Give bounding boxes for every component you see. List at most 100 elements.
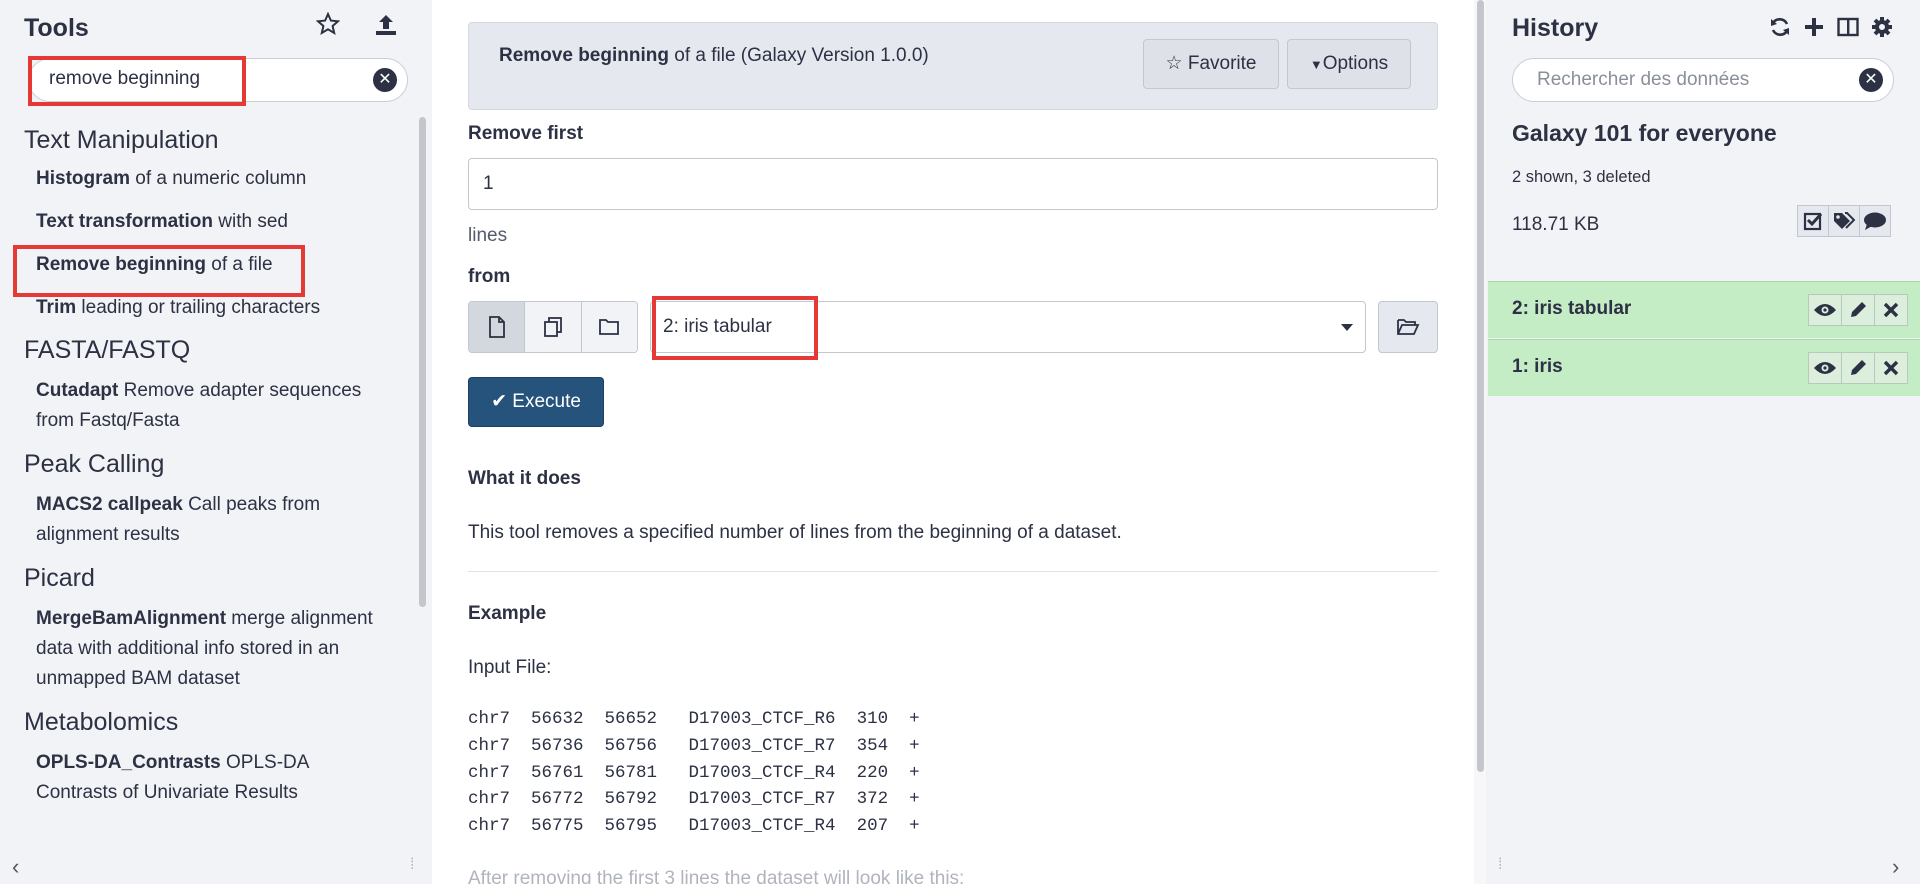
section-metabolomics[interactable]: Metabolomics xyxy=(0,702,415,742)
tool-form-title: Remove beginning of a file (Galaxy Versi… xyxy=(499,45,929,67)
history-size: 118.71 KB xyxy=(1512,214,1600,235)
dataset-buttons xyxy=(1808,294,1908,326)
tool-list: Text Manipulation Histogram of a numeric… xyxy=(0,120,415,808)
right-resize-grip-icon[interactable]: ⁞ xyxy=(1498,856,1502,874)
folder-open-icon xyxy=(1397,319,1420,335)
dataset-title[interactable]: 1: iris xyxy=(1512,356,1563,378)
remove-first-label: Remove first xyxy=(468,123,584,144)
tool-panel-title: Tools xyxy=(24,14,89,42)
help-divider xyxy=(468,571,1438,572)
tool-panel-scrollbar[interactable] xyxy=(416,115,428,845)
code-line: chr7 56761 56781 D17003_CTCF_R4 220 + xyxy=(468,762,920,783)
clear-search-icon[interactable]: ✕ xyxy=(373,68,397,92)
edit-pencil-icon[interactable] xyxy=(1841,294,1875,326)
example-input-code: chr7 56632 56652 D17003_CTCF_R6 310 + chr… xyxy=(468,706,920,840)
columns-view-icon[interactable] xyxy=(1836,14,1860,40)
single-dataset-file-icon[interactable] xyxy=(469,302,526,352)
tool-name: MACS2 callpeak xyxy=(36,494,183,515)
tool-item-macs2-callpeak[interactable]: MACS2 callpeak Call peaks from alignment… xyxy=(0,490,415,550)
code-line: chr7 56736 56756 D17003_CTCF_R7 354 + xyxy=(468,735,920,756)
tool-name: Remove beginning xyxy=(36,254,206,275)
example-heading: Example xyxy=(468,603,547,624)
favorites-star-icon[interactable] xyxy=(314,11,342,45)
dataset-buttons xyxy=(1808,352,1908,384)
history-name[interactable]: Galaxy 101 for everyone xyxy=(1512,120,1777,147)
history-title: History xyxy=(1512,14,1599,42)
tool-title-version: of a file (Galaxy Version 1.0.0) xyxy=(668,45,929,66)
check-icon: ✔ xyxy=(491,391,507,412)
input-type-button-group xyxy=(468,301,638,353)
tool-search-input[interactable] xyxy=(49,68,349,90)
from-label: from xyxy=(468,266,511,287)
tool-item-mergebamalignment[interactable]: MergeBamAlignment merge alignment data w… xyxy=(0,604,415,694)
code-line: chr7 56772 56792 D17003_CTCF_R7 372 + xyxy=(468,789,920,810)
code-line: chr7 56775 56795 D17003_CTCF_R4 207 + xyxy=(468,816,920,837)
collapse-right-chevron-icon[interactable]: › xyxy=(1892,854,1899,880)
history-header-icons xyxy=(1768,14,1894,40)
tool-name: Text transformation xyxy=(36,211,214,232)
remove-first-field[interactable] xyxy=(468,158,1438,210)
tool-name: OPLS-DA_Contrasts xyxy=(36,752,221,773)
select-items-checkbox-icon[interactable] xyxy=(1797,205,1829,237)
tool-item-remove-beginning[interactable]: Remove beginning of a file xyxy=(0,250,415,280)
from-dataset-select[interactable]: 2: iris tabular xyxy=(650,301,1366,353)
tags-icon[interactable] xyxy=(1828,205,1860,237)
delete-x-icon[interactable] xyxy=(1874,352,1908,384)
section-picard[interactable]: Picard xyxy=(0,558,415,598)
history-search-input[interactable] xyxy=(1537,69,1837,91)
multiple-datasets-files-icon[interactable] xyxy=(525,302,582,352)
tool-name: Trim xyxy=(36,297,77,318)
tool-desc: with sed xyxy=(213,211,288,232)
annotation-comment-icon[interactable] xyxy=(1859,205,1891,237)
remove-first-input[interactable] xyxy=(483,173,1383,195)
center-scrollbar[interactable] xyxy=(1474,0,1486,884)
tool-item-trim[interactable]: Trim leading or trailing characters xyxy=(0,293,415,323)
select-caret-down-icon xyxy=(1341,324,1353,331)
tool-panel-header-icons xyxy=(314,11,400,45)
history-dataset-item[interactable]: 2: iris tabular xyxy=(1488,281,1920,338)
view-eye-icon[interactable] xyxy=(1808,352,1842,384)
tool-item-cutadapt[interactable]: Cutadapt Remove adapter sequences from F… xyxy=(0,376,415,436)
dataset-collection-folder-icon[interactable] xyxy=(581,302,637,352)
center-scroll-thumb[interactable] xyxy=(1477,0,1484,772)
history-dataset-item[interactable]: 1: iris xyxy=(1488,339,1920,396)
from-dataset-selected-value: 2: iris tabular xyxy=(663,316,772,337)
browse-datasets-button[interactable] xyxy=(1378,301,1438,353)
delete-x-icon[interactable] xyxy=(1874,294,1908,326)
refresh-icon[interactable] xyxy=(1768,14,1792,40)
section-fasta-fastq[interactable]: FASTA/FASTQ xyxy=(0,330,415,370)
tool-desc: leading or trailing characters xyxy=(76,297,321,318)
tool-item-histogram[interactable]: Histogram of a numeric column xyxy=(0,164,415,194)
edit-pencil-icon[interactable] xyxy=(1841,352,1875,384)
section-peak-calling[interactable]: Peak Calling xyxy=(0,444,415,484)
code-line: chr7 56632 56652 D17003_CTCF_R6 310 + xyxy=(468,709,920,729)
history-search-box[interactable]: ✕ xyxy=(1512,58,1894,102)
options-label: Options xyxy=(1322,53,1389,74)
history-action-buttons xyxy=(1797,205,1891,237)
tool-panel-scroll-thumb[interactable] xyxy=(419,117,426,607)
tool-desc: of a numeric column xyxy=(129,168,307,189)
tool-item-text-transformation[interactable]: Text transformation with sed xyxy=(0,207,415,237)
left-resize-grip-icon[interactable]: ⁞ xyxy=(410,856,414,874)
input-file-label: Input File: xyxy=(468,657,552,678)
clear-history-search-icon[interactable]: ✕ xyxy=(1859,68,1883,92)
options-dropdown-button[interactable]: ▼Options xyxy=(1287,39,1411,89)
tool-desc: of a file xyxy=(205,254,273,275)
tool-search-box[interactable]: ✕ xyxy=(28,58,408,102)
what-it-does-text: This tool removes a specified number of … xyxy=(468,522,1122,543)
view-eye-icon[interactable] xyxy=(1808,294,1842,326)
execute-label: Execute xyxy=(512,391,581,412)
section-text-manipulation[interactable]: Text Manipulation xyxy=(0,120,415,160)
upload-icon[interactable] xyxy=(372,12,400,45)
favorite-label: Favorite xyxy=(1187,53,1257,74)
new-history-plus-icon[interactable] xyxy=(1802,14,1826,40)
execute-button[interactable]: ✔ Execute xyxy=(468,377,604,427)
favorite-button[interactable]: ☆ Favorite xyxy=(1143,39,1279,89)
remove-first-help: lines xyxy=(468,225,508,246)
tool-form-header: Remove beginning of a file (Galaxy Versi… xyxy=(468,22,1438,110)
dataset-title[interactable]: 2: iris tabular xyxy=(1512,298,1631,320)
collapse-left-chevron-icon[interactable]: ‹ xyxy=(12,854,19,880)
history-options-gear-icon[interactable] xyxy=(1870,14,1894,40)
tool-panel: Tools ✕ Text Manipulation Histogram of a… xyxy=(0,0,432,884)
tool-item-opls-da-contrasts[interactable]: OPLS-DA_Contrasts OPLS-DA Contrasts of U… xyxy=(0,748,415,808)
